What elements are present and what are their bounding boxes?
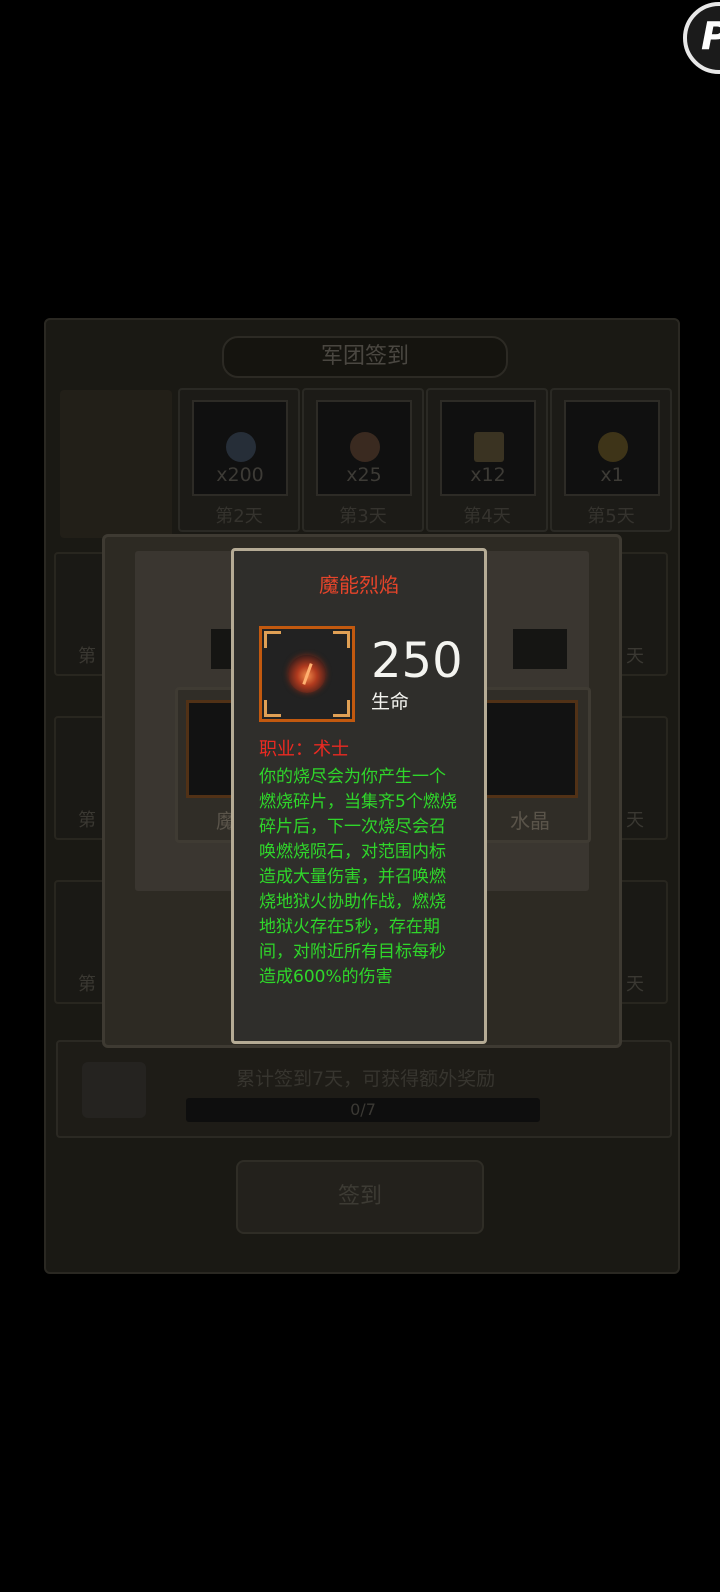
reward-icon-slot: x200 [192, 400, 288, 496]
sign-in-button[interactable]: 签到 [236, 1160, 484, 1234]
progress-text: 0/7 [350, 1100, 376, 1119]
chest-icon[interactable] [82, 1062, 146, 1118]
day-cell-2[interactable]: x200 第2天 [178, 388, 300, 532]
item-tooltip: 魔能烈焰 250 生命 职业：术士 你的烧尽会为你产生一个燃烧碎片，当集齐5个燃… [231, 548, 487, 1044]
day-label: 第2天 [215, 506, 263, 527]
day-cell-5[interactable]: x1 第5天 [550, 388, 672, 532]
day-cell-4[interactable]: x12 第4天 [426, 388, 548, 532]
class-requirement: 职业：术士 [259, 739, 349, 760]
assistant-letter: P [701, 14, 720, 58]
reward-count: x25 [346, 464, 382, 486]
reward-count: x12 [470, 464, 506, 486]
reward-banner-right [513, 629, 567, 669]
day-label: 第5天 [587, 506, 635, 527]
stat-label: 生命 [371, 691, 410, 713]
badge-icon [598, 432, 628, 462]
day-label: 第4天 [463, 506, 511, 527]
day-label: 第3天 [339, 506, 387, 527]
item-name: 魔能烈焰 [319, 573, 399, 597]
progress-bar: 0/7 [186, 1098, 540, 1122]
scroll-icon [474, 432, 504, 462]
reward-count: x1 [600, 464, 624, 486]
reward-count: x200 [216, 464, 264, 486]
item-icon-frame [259, 626, 355, 722]
frame-corner [333, 631, 350, 648]
panel-title: 军团签到 [222, 336, 508, 378]
reward-item-right[interactable]: 水晶 [469, 687, 591, 843]
frame-corner [264, 700, 281, 717]
day-1-slot [60, 390, 172, 538]
accumulate-reward-card: 累计签到7天，可获得额外奖励 0/7 [56, 1040, 672, 1138]
item-description: 你的烧尽会为你产生一个燃烧碎片，当集齐5个燃烧碎片后，下一次烧尽会召唤燃烧陨石，… [259, 767, 457, 987]
frame-corner [264, 631, 281, 648]
reward-icon-slot: x25 [316, 400, 412, 496]
frame-corner [333, 700, 350, 717]
orb-crack [302, 663, 313, 685]
day-cell-3[interactable]: x25 第3天 [302, 388, 424, 532]
fire-orb-icon [288, 655, 326, 693]
progress-tip: 累计签到7天，可获得额外奖励 [236, 1068, 496, 1090]
reward-icon-slot: x12 [440, 400, 536, 496]
reward-item-label: 水晶 [510, 809, 550, 833]
reward-item-frame [480, 700, 578, 798]
gem-icon [226, 432, 256, 462]
coin-icon [350, 432, 380, 462]
reward-icon-slot: x1 [564, 400, 660, 496]
stat-value: 250 [371, 633, 463, 689]
